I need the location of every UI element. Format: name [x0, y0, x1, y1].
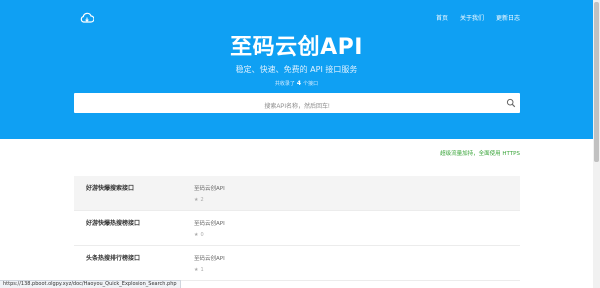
search-box [74, 93, 520, 117]
api-stars: ★ 1 [194, 267, 204, 274]
nav-changelog-link[interactable]: 更新日志 [496, 15, 520, 23]
top-nav: 首页 关于我们 更新日志 [436, 15, 520, 23]
api-star-count: 0 [200, 232, 204, 238]
api-star-count: 2 [200, 197, 204, 203]
api-list: 好游快爆搜索接口 至码云创API ★ 2 好游快爆热搜榜接口 至码云创API ★ 0… [74, 176, 520, 281]
api-stars: ★ 0 [194, 232, 204, 239]
link-status-bar: https://138.pboot.olgpy.xyz/doc/Haoyou_Q… [0, 280, 181, 288]
api-count: 共收录了 4 个接口 [0, 80, 593, 88]
api-count-suffix: 个接口 [303, 81, 319, 87]
cloud-icon[interactable] [80, 12, 94, 24]
page-scrollbar[interactable] [593, 0, 600, 288]
api-author: 至码云创API [194, 221, 225, 227]
api-count-value: 4 [296, 80, 302, 87]
api-row[interactable]: 好游快爆热搜榜接口 至码云创API ★ 0 [74, 211, 520, 246]
api-stars: ★ 2 [194, 197, 204, 204]
https-notice: 超级流量加持，全面使用 HTTPS [440, 151, 520, 157]
search-input[interactable] [74, 97, 520, 117]
nav-about-link[interactable]: 关于我们 [460, 15, 484, 23]
api-count-prefix: 共收录了 [274, 81, 295, 87]
search-icon[interactable] [506, 98, 516, 108]
api-name[interactable]: 好游快爆搜索接口 [86, 185, 134, 193]
star-icon: ★ [194, 232, 199, 238]
api-row[interactable]: 好游快爆搜索接口 至码云创API ★ 2 [74, 176, 520, 211]
star-icon: ★ [194, 197, 199, 203]
api-name[interactable]: 好游快爆热搜榜接口 [86, 220, 140, 228]
api-name[interactable]: 头条热搜排行榜接口 [86, 255, 140, 263]
nav-home-link[interactable]: 首页 [436, 15, 448, 23]
api-star-count: 1 [200, 267, 204, 273]
hero-banner: 首页 关于我们 更新日志 至码云创API 稳定、快速、免费的 API 接口服务 … [0, 0, 593, 139]
site-title: 至码云创API [230, 35, 363, 60]
api-author: 至码云创API [194, 186, 225, 192]
scrollbar-thumb[interactable] [594, 2, 599, 162]
api-row[interactable]: 头条热搜排行榜接口 至码云创API ★ 1 [74, 246, 520, 281]
site-subtitle: 稳定、快速、免费的 API 接口服务 [235, 65, 358, 74]
star-icon: ★ [194, 267, 199, 273]
api-author: 至码云创API [194, 256, 225, 262]
